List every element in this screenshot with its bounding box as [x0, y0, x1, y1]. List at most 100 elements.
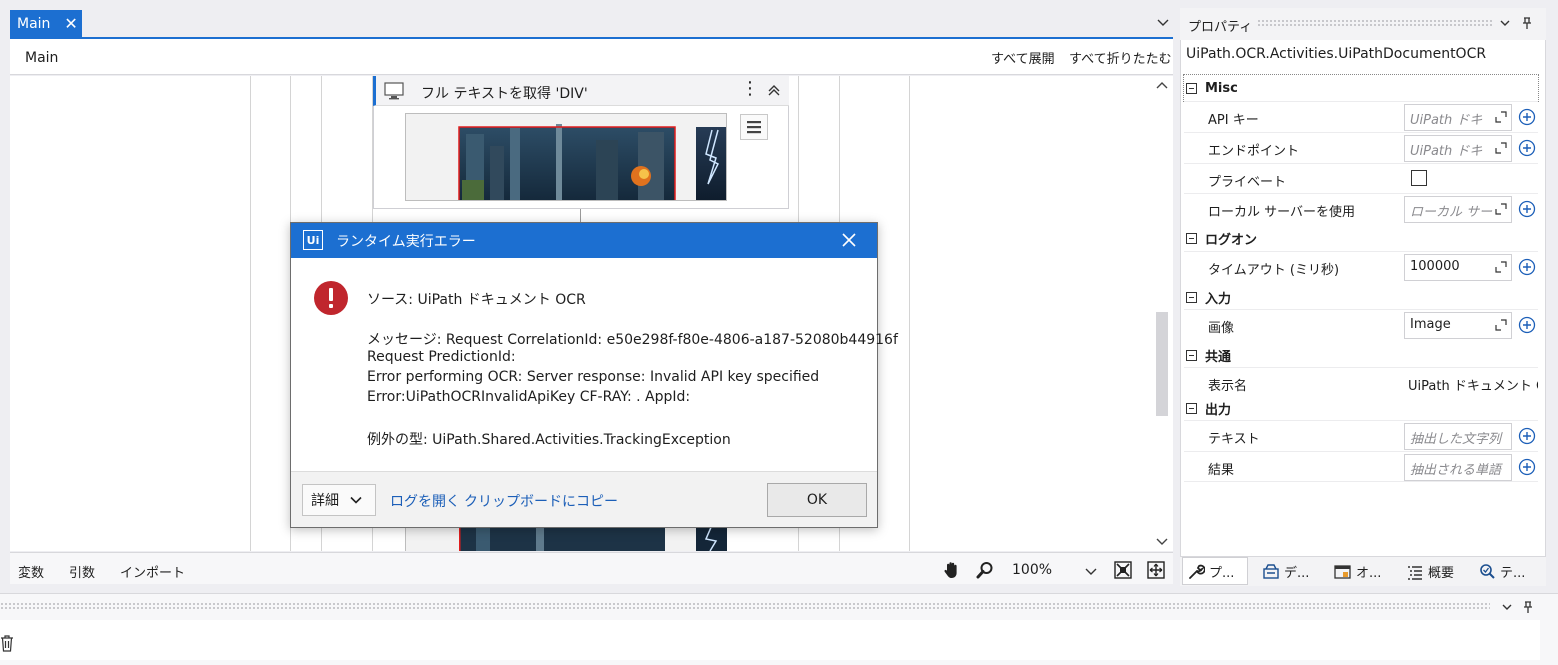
collapse-box-icon[interactable]	[1186, 232, 1197, 244]
property-row-display-name[interactable]: 表示名 UiPath ドキュメント OC	[1184, 367, 1538, 398]
category-label: 出力	[1205, 402, 1232, 418]
add-circle-icon[interactable]	[1518, 427, 1536, 445]
image-field[interactable]: Image	[1404, 312, 1512, 339]
ok-button[interactable]: OK	[767, 483, 867, 517]
category-common[interactable]: 共通	[1184, 342, 1538, 368]
field-value: Image	[1410, 317, 1451, 332]
property-row-result[interactable]: 結果 抽出される単語	[1184, 451, 1538, 482]
property-row-private[interactable]: プライベート	[1184, 163, 1538, 194]
category-label: ログオン	[1205, 232, 1258, 248]
pin-icon[interactable]	[1520, 16, 1534, 30]
timeout-field[interactable]: 100000	[1404, 254, 1512, 281]
display-name-value[interactable]: UiPath ドキュメント OC	[1408, 375, 1538, 394]
hand-pan-icon[interactable]	[942, 560, 962, 580]
data-manager-icon	[1263, 563, 1279, 579]
tab-label: 概要	[1428, 566, 1455, 581]
expand-editor-icon[interactable]	[1495, 203, 1507, 215]
add-circle-icon[interactable]	[1518, 139, 1536, 157]
scrollbar-thumb[interactable]	[1156, 312, 1168, 416]
arguments-tab[interactable]: 引数	[69, 562, 95, 581]
property-label: ローカル サーバーを使用	[1208, 205, 1356, 220]
collapse-all-link[interactable]: すべて折りたたむ	[1069, 48, 1172, 67]
collapse-box-icon[interactable]	[1186, 402, 1197, 414]
property-label: タイムアウト (ミリ秒)	[1208, 263, 1340, 278]
collapse-box-icon[interactable]	[1186, 82, 1197, 94]
breadcrumb[interactable]: Main	[25, 50, 58, 66]
variables-tab[interactable]: 変数	[18, 562, 44, 581]
property-row-local-server[interactable]: ローカル サーバーを使用 ローカル サー	[1184, 193, 1538, 224]
collapse-box-icon[interactable]	[1186, 291, 1197, 303]
property-row-endpoint[interactable]: エンドポイント UiPath ドキ	[1184, 132, 1538, 163]
api-key-field[interactable]: UiPath ドキ	[1404, 104, 1512, 131]
chevron-down-icon[interactable]	[1500, 600, 1514, 614]
endpoint-field[interactable]: UiPath ドキ	[1404, 135, 1512, 162]
imports-tab[interactable]: インポート	[120, 562, 185, 581]
details-dropdown-button[interactable]: 詳細	[302, 484, 376, 516]
error-message-line: メッセージ: Request CorrelationId: e50e298f-f…	[367, 332, 898, 348]
add-circle-icon[interactable]	[1518, 200, 1536, 218]
collapse-up-icon[interactable]	[766, 82, 782, 98]
result-output-field[interactable]: 抽出される単語	[1404, 454, 1512, 481]
tab-data-manager[interactable]: デ...	[1262, 562, 1309, 581]
property-row-text[interactable]: テキスト 抽出した文字列	[1184, 420, 1538, 451]
trash-icon[interactable]	[0, 634, 14, 652]
category-label: 入力	[1205, 291, 1232, 307]
property-row-api-key[interactable]: API キー UiPath ドキ	[1184, 101, 1538, 132]
wrench-icon	[1189, 564, 1205, 579]
test-explorer-icon	[1480, 563, 1495, 579]
property-row-timeout[interactable]: タイムアウト (ミリ秒) 100000	[1184, 251, 1538, 282]
chevron-down-icon[interactable]	[1155, 14, 1171, 30]
add-circle-icon[interactable]	[1518, 108, 1536, 126]
private-checkbox[interactable]	[1411, 170, 1427, 186]
add-circle-icon[interactable]	[1518, 458, 1536, 476]
activity-title: フル テキストを取得 'DIV'	[421, 86, 588, 102]
dialog-title: ランタイム実行エラー	[336, 234, 476, 250]
expand-editor-icon[interactable]	[1495, 142, 1507, 154]
overview-icon[interactable]	[1146, 560, 1166, 580]
category-label: Misc	[1205, 80, 1238, 96]
local-server-field[interactable]: ローカル サー	[1404, 196, 1512, 223]
property-label: API キー	[1208, 113, 1259, 128]
magnifier-icon[interactable]	[975, 560, 995, 580]
expand-editor-icon[interactable]	[1495, 111, 1507, 123]
category-misc[interactable]: Misc	[1183, 74, 1539, 102]
expand-all-link[interactable]: すべて展開	[991, 48, 1055, 67]
panel-drag-grip[interactable]	[1257, 19, 1492, 27]
tab-label: プ...	[1209, 566, 1235, 581]
more-vertical-icon[interactable]: ⋮	[741, 80, 759, 98]
add-circle-icon[interactable]	[1518, 258, 1536, 276]
expand-editor-icon[interactable]	[1495, 319, 1507, 331]
tab-properties[interactable]: プ...	[1187, 562, 1234, 581]
zoom-level[interactable]: 100%	[1012, 562, 1052, 578]
screenshot-thumbnail	[405, 525, 727, 551]
pin-icon[interactable]	[1521, 600, 1535, 614]
category-output[interactable]: 出力	[1184, 395, 1538, 421]
error-icon	[314, 281, 348, 315]
tab-main[interactable]: Main ✕	[10, 10, 82, 37]
property-row-image[interactable]: 画像 Image	[1184, 309, 1538, 340]
tab-outline[interactable]: 概要	[1406, 562, 1454, 581]
fit-to-screen-icon[interactable]	[1113, 560, 1133, 580]
close-icon[interactable]	[840, 231, 858, 249]
expand-editor-icon[interactable]	[1495, 261, 1507, 273]
field-value: ローカル サー	[1410, 205, 1493, 220]
scroll-up-icon[interactable]	[1154, 78, 1170, 94]
open-log-link[interactable]: ログを開く	[390, 491, 460, 511]
category-input[interactable]: 入力	[1184, 284, 1538, 310]
panel-drag-grip[interactable]	[0, 602, 1490, 610]
copy-to-clipboard-link[interactable]: クリップボードにコピー	[464, 491, 618, 511]
property-label: 結果	[1208, 463, 1235, 478]
object-repository-icon	[1334, 564, 1351, 579]
activity-type-name: UiPath.OCR.Activities.UiPathDocumentOCR	[1186, 46, 1487, 62]
hamburger-menu-icon[interactable]	[740, 114, 768, 140]
close-tab-icon[interactable]: ✕	[64, 14, 77, 33]
text-output-field[interactable]: 抽出した文字列	[1404, 423, 1512, 450]
scroll-down-icon[interactable]	[1154, 533, 1170, 549]
chevron-down-icon[interactable]	[1083, 563, 1099, 579]
tab-object-repository[interactable]: オ...	[1334, 562, 1381, 581]
category-logon[interactable]: ログオン	[1184, 225, 1538, 251]
collapse-box-icon[interactable]	[1186, 349, 1197, 361]
tab-test-explorer[interactable]: テ...	[1478, 562, 1525, 581]
chevron-down-icon[interactable]	[1498, 16, 1512, 30]
add-circle-icon[interactable]	[1518, 316, 1536, 334]
